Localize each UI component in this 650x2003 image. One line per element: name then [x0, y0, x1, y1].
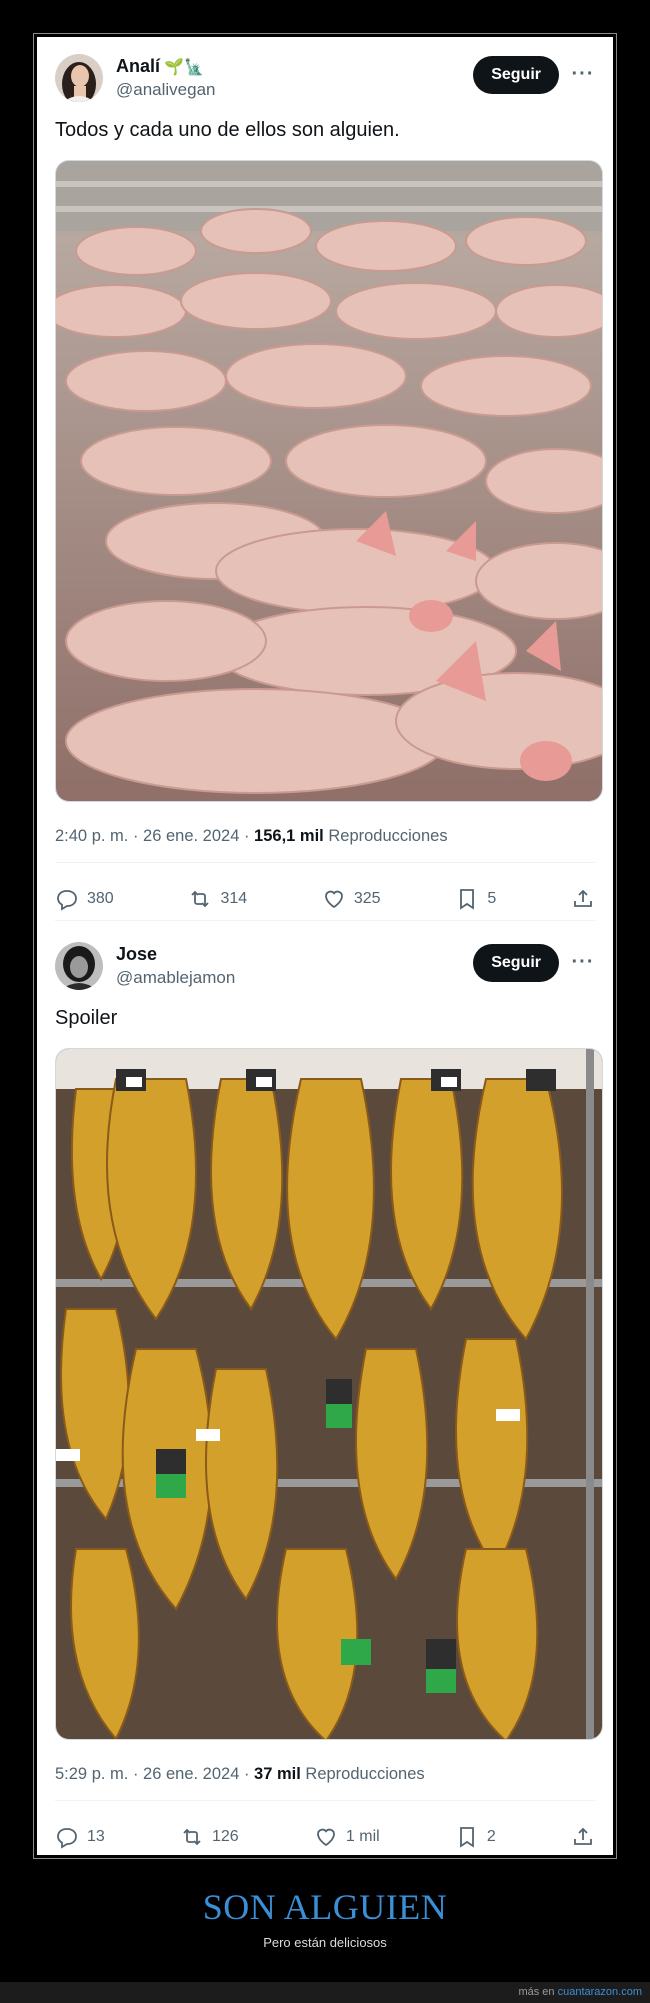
timestamp[interactable]: 5:29 p. m. · 26 ene. 2024 ·: [55, 1765, 254, 1783]
tweet-meta: 2:40 p. m. · 26 ene. 2024 · 156,1 mil Re…: [55, 827, 448, 846]
screenshot-frame: Analí 🌱🗽 @analivegan Seguir ··· Todos y …: [33, 33, 617, 1859]
retweet-icon: [191, 890, 210, 908]
retweet-count: 126: [212, 1828, 239, 1845]
bookmark-count: 2: [486, 1828, 496, 1845]
footer-prefix: más en: [518, 1986, 558, 1998]
retweet-icon: [183, 1828, 201, 1846]
seedling-statue-emoji-icon: 🌱🗽: [164, 58, 204, 76]
user-handle[interactable]: @analivegan: [116, 80, 216, 100]
user-info: Analí 🌱🗽 @analivegan: [116, 56, 216, 100]
user-handle[interactable]: @amablejamon: [116, 968, 235, 988]
reply-icon: [57, 1828, 77, 1849]
display-name[interactable]: Analí 🌱🗽: [116, 56, 216, 77]
tweet-header: Analí 🌱🗽 @analivegan Seguir ···: [55, 54, 595, 104]
action-bar: 13 126 1 mil 2: [55, 1817, 595, 1855]
heart-icon: [324, 890, 343, 909]
tweet-1[interactable]: Analí 🌱🗽 @analivegan Seguir ··· Todos y …: [37, 37, 613, 917]
avatar[interactable]: [55, 54, 103, 102]
more-options-icon[interactable]: ···: [571, 950, 595, 974]
follow-button[interactable]: Seguir: [473, 56, 559, 94]
share-button[interactable]: [571, 1825, 595, 1849]
tweet-header: Jose @amablejamon Seguir ···: [55, 942, 595, 992]
like-button[interactable]: 325: [322, 887, 381, 911]
like-count: 325: [353, 890, 381, 907]
heart-icon: [317, 1828, 335, 1847]
bookmark-icon: [459, 1827, 474, 1848]
caption-subtitle: Pero están deliciosos: [263, 1935, 387, 1950]
user-info: Jose @amablejamon: [116, 944, 235, 988]
bookmark-button[interactable]: 2: [455, 1825, 496, 1849]
like-button[interactable]: 1 mil: [314, 1825, 380, 1849]
tweet-meta: 5:29 p. m. · 26 ene. 2024 · 37 mil Repro…: [55, 1765, 425, 1784]
footer-link[interactable]: cuantarazon.com: [558, 1986, 642, 1998]
view-label: Reproducciones: [300, 1765, 425, 1783]
action-bar: 380 314 325 5: [55, 879, 595, 919]
share-icon: [574, 1827, 592, 1845]
reply-icon: [57, 890, 77, 911]
display-name-text: Analí: [116, 56, 161, 76]
display-name-text: Jose: [116, 944, 158, 964]
caption-title: SON ALGUIEN: [202, 1887, 448, 1927]
site-footer: más en cuantarazon.com: [0, 1982, 650, 2003]
share-icon: [574, 889, 592, 907]
bookmark-count: 5: [487, 890, 497, 907]
tweet-text: Spoiler: [55, 1007, 118, 1029]
view-count: 37 mil: [254, 1765, 301, 1783]
tweets-card: Analí 🌱🗽 @analivegan Seguir ··· Todos y …: [37, 37, 613, 1855]
view-label: Reproducciones: [323, 827, 448, 845]
reply-button[interactable]: 13: [55, 1825, 105, 1849]
tweet-separator: [55, 920, 595, 921]
view-count: 156,1 mil: [254, 827, 324, 845]
reply-button[interactable]: 380: [55, 887, 114, 911]
reply-count: 380: [87, 890, 114, 907]
share-button[interactable]: [571, 887, 595, 911]
tweet-media-hams[interactable]: [55, 1048, 603, 1740]
timestamp[interactable]: 2:40 p. m. · 26 ene. 2024 ·: [55, 827, 254, 845]
follow-button[interactable]: Seguir: [473, 944, 559, 982]
retweet-button[interactable]: 314: [188, 887, 247, 911]
tweet-2[interactable]: Jose @amablejamon Seguir ··· Spoiler 5:2…: [37, 925, 613, 1855]
retweet-count: 314: [220, 890, 248, 907]
hams-photo: [56, 1049, 602, 1739]
divider: [55, 1800, 595, 1801]
tweet-media-pigs[interactable]: [55, 160, 603, 802]
more-options-icon[interactable]: ···: [571, 62, 595, 86]
like-count: 1 mil: [345, 1828, 380, 1845]
bookmark-button[interactable]: 5: [455, 887, 496, 911]
tweet-text: Todos y cada uno de ellos son alguien.: [55, 119, 400, 141]
bookmark-icon: [460, 889, 475, 910]
avatar[interactable]: [55, 942, 103, 990]
divider: [55, 862, 595, 863]
pigs-photo: [56, 161, 602, 801]
reply-count: 13: [87, 1828, 105, 1845]
retweet-button[interactable]: 126: [180, 1825, 239, 1849]
display-name[interactable]: Jose: [116, 944, 235, 965]
